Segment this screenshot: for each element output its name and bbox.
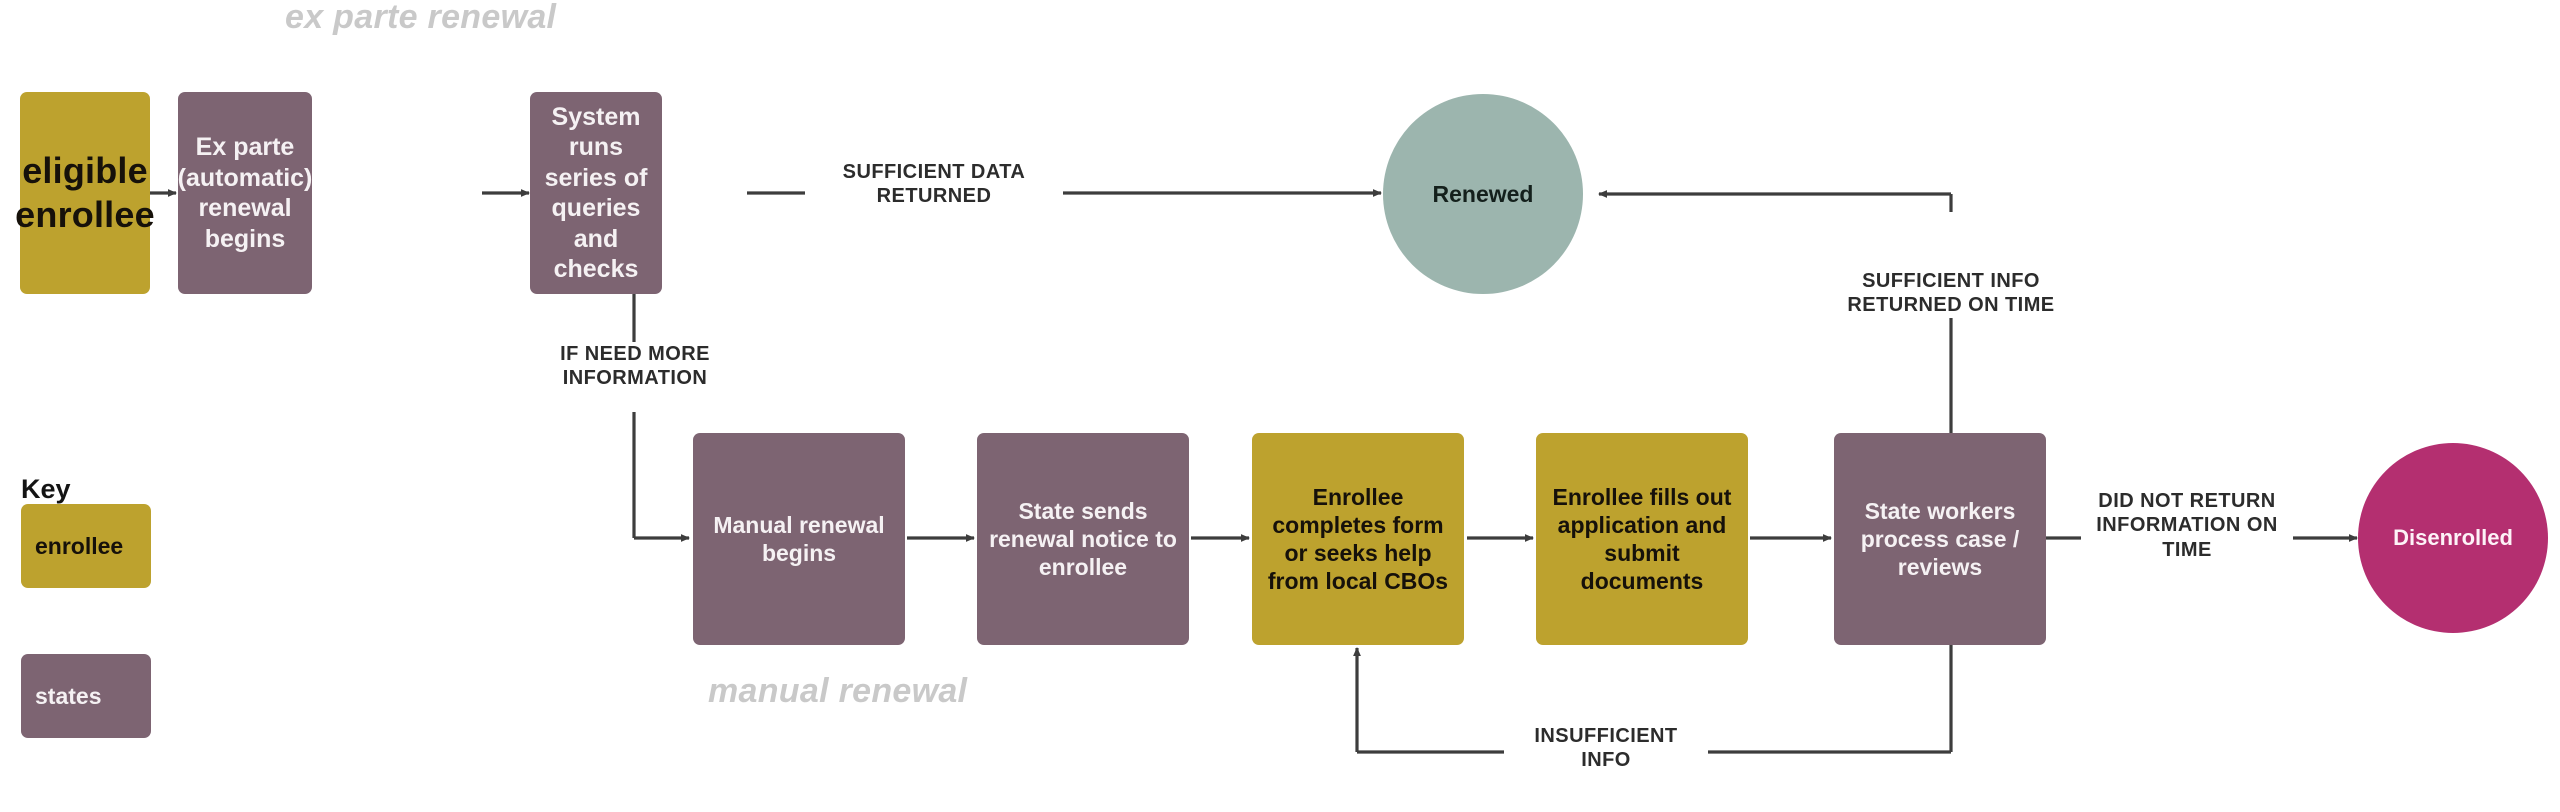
node-enrollee-completes-form[interactable]: Enrollee completes form or seeks help fr… [1252,433,1464,645]
edge-label-sufficient-info-returned-on-time: SUFFICIENT INFO RETURNED ON TIME [1831,269,2071,318]
edge-label-sufficient-data-returned: SUFFICIENT DATA RETURNED [806,160,1062,209]
node-enrollee-fills-application[interactable]: Enrollee fills out application and submi… [1536,433,1748,645]
node-eligible-enrollee[interactable]: eligible enrollee [15,92,155,294]
key-swatch-states-label: states [35,682,102,709]
node-manual-renewal-begins[interactable]: Manual renewal begins [693,433,905,645]
key-swatch-states: states [21,654,151,738]
node-eligible-enrollee-line1: eligible [22,150,148,192]
node-system-runs-queries[interactable]: System runs series of queries and checks [530,92,662,294]
key-swatch-enrollee-label: enrollee [35,532,124,559]
key-title: Key [21,474,71,504]
key-swatch-enrollee: enrollee [21,504,151,588]
band-label-manual-renewal: manual renewal [708,672,968,710]
edge-label-insufficient-info: INSUFFICIENT INFO [1504,724,1708,773]
node-ex-parte-renewal-begins[interactable]: Ex parte (automatic) renewal begins [178,92,312,294]
node-renewed[interactable]: Renewed [1383,94,1583,294]
node-disenrolled[interactable]: Disenrolled [2358,443,2548,633]
edge-label-did-not-return-information-on-time: DID NOT RETURN INFORMATION ON TIME [2081,489,2293,563]
node-eligible-enrollee-line2: enrollee [15,194,155,235]
band-label-ex-parte-renewal: ex parte renewal [285,0,557,36]
edge-label-if-need-more-information: IF NEED MORE INFORMATION [520,342,750,391]
node-state-sends-renewal-notice[interactable]: State sends renewal notice to enrollee [977,433,1189,645]
node-state-workers-process-case[interactable]: State workers process case / reviews [1834,433,2046,645]
connector-layer [150,189,2358,754]
flowchart-canvas: ex parte renewal manual renewal eligible… [0,0,2560,812]
